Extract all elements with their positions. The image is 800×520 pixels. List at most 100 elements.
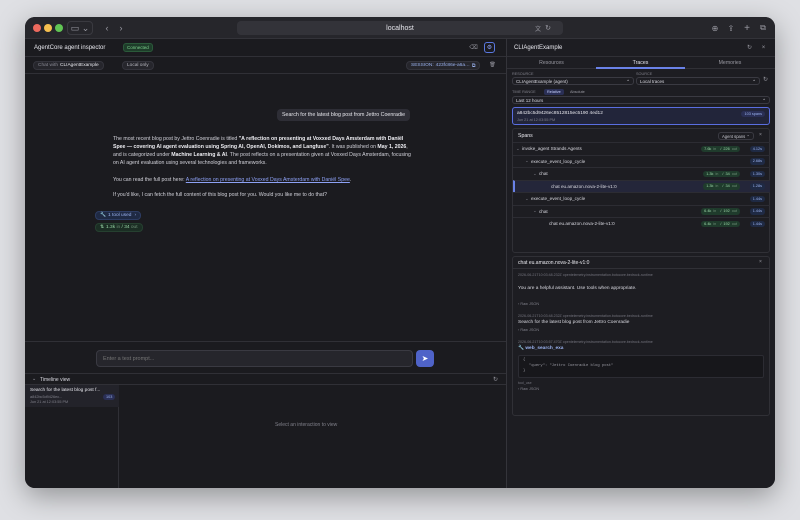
source-label: SOURCE	[636, 72, 653, 76]
share-icon[interactable]: ⇪	[725, 21, 737, 35]
span-tokens: 6.4k in/192 out	[701, 208, 740, 215]
tab-resources[interactable]: Resources	[507, 60, 596, 66]
close-window-button[interactable]	[33, 24, 41, 32]
close-icon[interactable]: ×	[759, 259, 762, 265]
span-row[interactable]: ⌄ execute_event_loop_cycle 1.44s	[513, 192, 770, 205]
reply-text: . It was published on	[328, 144, 378, 150]
send-button[interactable]: ➤	[416, 350, 434, 367]
inspector-header: AgentCore agent inspector Connected ⌫ ⚙	[25, 39, 506, 57]
refresh-icon[interactable]: ↻	[493, 376, 498, 383]
minimize-window-button[interactable]	[44, 24, 52, 32]
chevron-down-icon[interactable]: ⌄	[533, 171, 537, 177]
span-tokens-out-label: out	[731, 184, 737, 189]
trace-date: Jun 21 at 12:03:55 PM	[517, 117, 556, 122]
tab-overview-icon[interactable]: ⧉	[757, 21, 769, 35]
settings-icon[interactable]: ⚙	[484, 42, 495, 53]
span-name: chat eu.amazon.nova-2-lite-v1:0	[549, 221, 615, 227]
active-tab-indicator	[596, 67, 685, 69]
span-row[interactable]: ⌄ chat 6.4k in/192 out 1.44s	[513, 204, 770, 218]
reply-category: Machine Learning & AI	[171, 152, 227, 158]
url-text: localhost	[386, 24, 414, 32]
browser-toolbar: ▭ ⌄ ‹ › ⌸ localhost 文 ↻ ⊕ ⇪ + ⧉	[25, 17, 775, 39]
chevron-right-icon: ›	[134, 213, 137, 218]
trace-card[interactable]: a842bc5d9426ec8512815ec5190 4ed12 Jun 21…	[512, 107, 770, 125]
span-row[interactable]: ⌄ chat 1.3k in/34 out 1.30s	[513, 167, 770, 180]
tool-name: web_search_exa	[525, 346, 564, 351]
time-range-select[interactable]: Last 12 hours ⌃	[512, 96, 770, 104]
mode-pill: Local only	[122, 61, 154, 70]
clear-session-icon[interactable]: 🗑	[488, 60, 497, 69]
span-tokens-in-label: in	[713, 146, 717, 151]
span-tokens-out: 34	[725, 184, 730, 189]
close-icon[interactable]: ×	[758, 42, 769, 53]
resource-value: CLIAgentExample (agent)	[516, 79, 568, 84]
reply-date: May 1, 2026	[377, 144, 407, 150]
download-icon[interactable]: ⊕	[709, 21, 721, 35]
chat-with-pill: Chat with CLIAgentExample	[33, 61, 104, 70]
span-row[interactable]: ⌄ invoke_agent Strands Agents 7.6k in/226 o…	[513, 142, 770, 155]
session-pill[interactable]: SESSION: 423fc86e-a6a… ⧉	[406, 61, 481, 70]
span-tokens: 6.4k in/192 out	[701, 220, 740, 227]
event-meta: 2026-06-21T10:03:48.232Z opentelemetry.i…	[518, 314, 653, 318]
forward-button[interactable]: ›	[115, 21, 127, 35]
tab-memories[interactable]: Memories	[685, 60, 775, 66]
span-duration: 1.28s	[749, 183, 765, 190]
event-meta: 2026-06-21T10:03:57.470Z opentelemetry.i…	[518, 340, 653, 344]
user-message: Search for the latest blog post from Jet…	[277, 109, 411, 121]
span-tokens-out-label: out	[731, 146, 737, 151]
trace-id: a842bc5d9426ec8512815ec5190 4ed12	[517, 110, 603, 116]
copy-icon[interactable]: ⧉	[472, 63, 475, 69]
new-tab-icon[interactable]: +	[741, 21, 753, 35]
arrows-icon: ⇅	[100, 225, 105, 230]
source-value: Local traces	[640, 79, 665, 84]
address-bar[interactable]: localhost	[237, 21, 563, 35]
tool-used-button[interactable]: 🔧 1 tool used ›	[95, 211, 142, 220]
blog-post-link[interactable]: A reflection on presenting at Voxxed Day…	[186, 177, 350, 183]
timeline-header[interactable]: ⌄ Timeline view ↻	[25, 374, 506, 385]
span-duration: 1.44s	[749, 220, 765, 227]
tab-traces[interactable]: Traces	[596, 60, 685, 66]
prompt-area: ➤	[25, 341, 506, 373]
spans-filter-select[interactable]: Agent spans ⌃	[718, 132, 754, 140]
translate-icon[interactable]: 文	[533, 21, 543, 35]
prompt-input[interactable]	[96, 350, 413, 367]
time-mode-absolute[interactable]: Absolute	[567, 89, 588, 95]
span-row[interactable]: chat eu.amazon.nova-2-lite-v1:0 1.3k in/34…	[513, 179, 770, 192]
span-tokens-in-label: in	[715, 171, 719, 176]
timeline-item[interactable]: Search for the latest blog post f... a84…	[25, 385, 119, 407]
span-tokens-out: 192	[723, 209, 730, 214]
spans-panel: Spans Agent spans ⌃ × ⌄ invoke_agent Str…	[512, 128, 770, 253]
chevron-down-icon[interactable]: ⌄	[525, 196, 529, 202]
tool-use-label: tool_use	[518, 381, 532, 385]
span-duration: 4.12s	[749, 145, 765, 152]
event-meta: 2026-06-21T10:03:48.232Z opentelemetry.i…	[518, 273, 653, 277]
raw-json-toggle[interactable]: › Raw JSON	[518, 328, 539, 332]
back-button[interactable]: ‹	[101, 21, 113, 35]
raw-json-toggle[interactable]: › Raw JSON	[518, 302, 539, 306]
span-tokens-out: 226	[723, 146, 730, 151]
refresh-traces-icon[interactable]: ↻	[763, 76, 768, 83]
chevron-down-icon[interactable]: ⌄	[533, 208, 537, 214]
raw-json-toggle[interactable]: › Raw JSON	[518, 387, 539, 391]
chevron-down-icon[interactable]: ⌄	[525, 158, 529, 164]
span-tokens-out-label: out	[731, 171, 737, 176]
spans-filter-value: Agent spans	[722, 133, 746, 139]
refresh-icon[interactable]: ↻	[744, 42, 755, 53]
time-mode-relative[interactable]: Relative	[544, 89, 564, 95]
chevron-down-icon[interactable]: ⌄	[516, 146, 520, 152]
tokens-in: 1.3k	[106, 225, 116, 230]
span-name: invoke_agent Strands Agents	[522, 146, 582, 152]
maximize-window-button[interactable]	[55, 24, 63, 32]
tool-call-name: 🔧 web_search_exa	[518, 346, 563, 351]
source-select[interactable]: Local traces ⌃	[636, 77, 760, 85]
sidebar-toggle-icon[interactable]: ▭ ⌄	[67, 21, 93, 35]
timeline-item-badge: 103	[103, 393, 116, 400]
separator: /	[720, 146, 722, 151]
span-name: execute_event_loop_cycle	[531, 196, 586, 202]
close-icon[interactable]: ×	[759, 132, 762, 138]
resource-select[interactable]: CLIAgentExample (agent) ⌃	[512, 77, 634, 85]
reload-icon[interactable]: ↻	[543, 21, 553, 35]
delete-icon[interactable]: ⌫	[468, 42, 479, 53]
span-row[interactable]: ⌄ execute_event_loop_cycle 2.68s	[513, 154, 770, 168]
span-row[interactable]: chat eu.amazon.nova-2-lite-v1:0 6.4k in/19…	[513, 217, 770, 230]
